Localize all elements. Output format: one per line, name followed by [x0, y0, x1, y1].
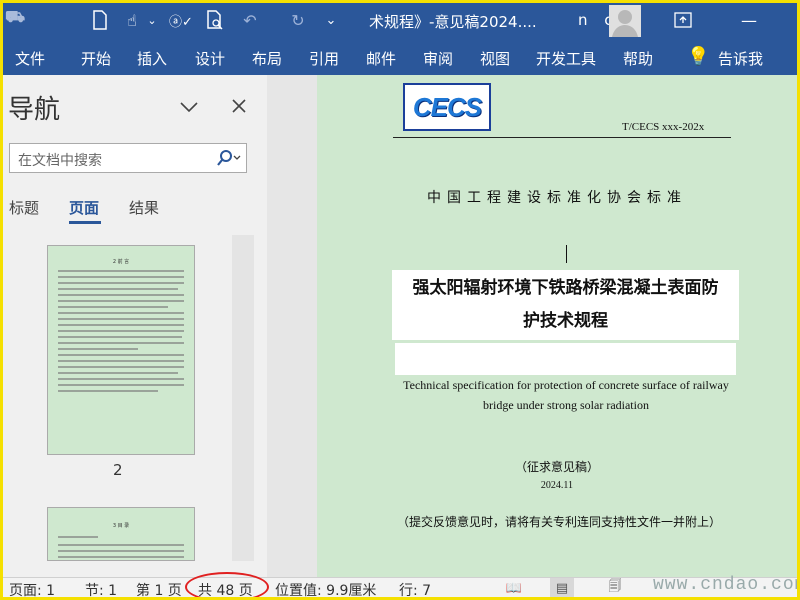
print-layout-icon[interactable]: ▤: [550, 578, 574, 597]
page-thumbnail[interactable]: 2 前 言: [47, 245, 195, 455]
undo-icon[interactable]: ↶: [239, 9, 261, 31]
dropdown-icon[interactable]: ⌄: [145, 9, 159, 31]
status-page[interactable]: 页面: 1: [9, 580, 55, 597]
document-page[interactable]: CECS T/CECS xxx-202x 中国工程建设标准化协会标准 强太阳辐射…: [317, 75, 797, 577]
page-thumbnail[interactable]: 3 目 录: [47, 507, 195, 561]
close-icon[interactable]: [231, 95, 247, 119]
search-icon[interactable]: [216, 149, 242, 171]
ribbon-display-icon[interactable]: [671, 9, 695, 31]
tab-design[interactable]: 设计: [195, 48, 225, 69]
blank-field[interactable]: [395, 343, 736, 375]
touch-mode-icon[interactable]: ☝: [121, 9, 143, 31]
cecs-logo: CECS: [403, 83, 491, 131]
highlight-oval: [185, 572, 269, 597]
document-date: 2024.11: [540, 480, 574, 491]
chevron-down-icon[interactable]: [179, 95, 199, 119]
thumbnails-scrollbar[interactable]: [232, 235, 254, 561]
tab-headings[interactable]: 标题: [9, 197, 39, 218]
tab-view[interactable]: 视图: [480, 48, 510, 69]
tab-help[interactable]: 帮助: [623, 48, 653, 69]
tab-review[interactable]: 审阅: [423, 48, 453, 69]
chinese-title-box[interactable]: 强太阳辐射环境下铁路桥梁混凝土表面防 护技术规程: [392, 270, 739, 340]
thumbnail-page-number: 2: [113, 461, 123, 479]
logo-text: CECS: [412, 91, 482, 122]
ribbon-tabs: 文件 开始 插入 设计 布局 引用 邮件 审阅 视图 开发工具 帮助 💡 告诉我: [3, 39, 797, 75]
tab-layout[interactable]: 布局: [252, 48, 282, 69]
status-position[interactable]: 位置值: 9.9厘米: [275, 580, 376, 597]
file-icon[interactable]: [89, 9, 111, 31]
read-mode-icon[interactable]: 📖: [502, 578, 526, 597]
tell-me-box[interactable]: 告诉我: [718, 48, 763, 69]
tab-developer[interactable]: 开发工具: [536, 48, 596, 69]
web-layout-icon[interactable]: 🗐: [603, 578, 627, 597]
navigation-pane: 导航 在文档中搜索 标题 页面 结果 2 前 言 2 3 目 录: [3, 75, 267, 577]
status-page-of[interactable]: 第 1 页: [136, 580, 182, 597]
standard-number: T/CECS xxx-202x: [622, 121, 705, 133]
tab-references[interactable]: 引用: [309, 48, 339, 69]
english-title-line-1: Technical specification for protection o…: [403, 378, 729, 392]
status-line[interactable]: 行: 7: [399, 580, 431, 597]
title-bar: ⛟ ☝ ⌄ ⓐ✓ ↶ ↻ ⌄ 术规程》-意见稿2024.... n c —: [3, 3, 797, 39]
english-title: Technical specification for protection o…: [377, 375, 755, 415]
tab-mailings[interactable]: 邮件: [366, 48, 396, 69]
document-title: 术规程》-意见稿2024....: [369, 13, 537, 31]
header-rule: [393, 137, 731, 138]
thumbnail-heading: 2 前 言: [112, 259, 130, 265]
search-placeholder: 在文档中搜索: [18, 153, 102, 169]
site-watermark: www.cndao.com: [653, 575, 800, 595]
chinese-title-line-1: 强太阳辐射环境下铁路桥梁混凝土表面防: [412, 278, 719, 298]
print-preview-icon[interactable]: [203, 9, 227, 31]
word-window: ⛟ ☝ ⌄ ⓐ✓ ↶ ↻ ⌄ 术规程》-意见稿2024.... n c — 文件…: [0, 0, 800, 600]
draft-label: （征求意见稿）: [514, 460, 599, 474]
tab-file[interactable]: 文件: [15, 48, 45, 69]
status-section[interactable]: 节: 1: [85, 580, 117, 597]
tab-insert[interactable]: 插入: [137, 48, 167, 69]
text-cursor: [566, 245, 567, 263]
minimize-icon[interactable]: —: [737, 9, 761, 31]
feedback-note: （提交反馈意见时，请将有关专利连同支持性文件一并附上）: [397, 515, 722, 529]
avatar[interactable]: [609, 5, 641, 37]
redo-icon[interactable]: ↻: [287, 9, 309, 31]
association-name: 中国工程建设标准化协会标准: [427, 190, 687, 206]
thumbnail-heading: 3 目 录: [112, 523, 130, 529]
lightbulb-icon[interactable]: 💡: [687, 46, 709, 67]
spelling-icon[interactable]: ⓐ✓: [169, 9, 193, 31]
search-input[interactable]: 在文档中搜索: [9, 143, 247, 173]
tab-results[interactable]: 结果: [129, 197, 159, 218]
pane-gutter: [267, 75, 317, 577]
customize-icon[interactable]: ⌄: [323, 9, 339, 31]
site-logo-watermark: ⛟: [5, 7, 26, 26]
active-tab-indicator: [69, 221, 101, 224]
tab-home[interactable]: 开始: [81, 48, 111, 69]
chinese-title-line-2: 护技术规程: [523, 311, 608, 331]
nav-pane-title: 导航: [8, 95, 61, 125]
tab-pages[interactable]: 页面: [69, 197, 99, 218]
english-title-line-2: bridge under strong solar radiation: [483, 398, 649, 412]
